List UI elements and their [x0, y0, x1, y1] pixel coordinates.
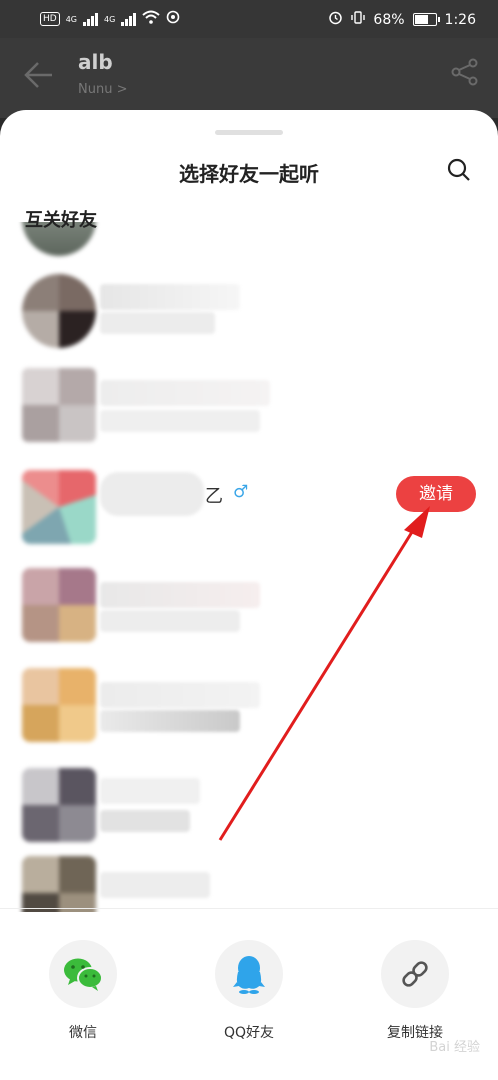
song-title: alb: [78, 50, 113, 74]
friend-name-redacted: [100, 810, 190, 832]
friend-name-redacted: [100, 710, 240, 732]
sheet-title: 选择好友一起听: [179, 162, 319, 186]
friend-name-redacted: [100, 872, 210, 898]
clock: 1:26: [444, 11, 476, 28]
vibrate-icon: [351, 10, 366, 29]
friend-name-redacted: [100, 682, 260, 708]
alarm-icon: [328, 10, 343, 29]
wifi-icon: [142, 10, 160, 28]
hd-badge: HD: [40, 12, 60, 26]
friend-name-redacted: [100, 472, 204, 516]
list-item[interactable]: [0, 264, 498, 360]
friend-name-redacted: [100, 380, 270, 406]
share-wechat-label: 微信: [69, 1025, 97, 1041]
list-item[interactable]: 乙 ♂ 邀请: [0, 462, 498, 558]
share-wechat-button[interactable]: 微信: [23, 940, 143, 1042]
status-left: HD 4G 4G: [40, 10, 180, 28]
avatar: [22, 768, 96, 842]
share-qq-label: QQ好友: [223, 1025, 275, 1041]
share-wechat-circle[interactable]: [49, 940, 117, 1008]
avatar: [22, 274, 96, 348]
share-bar: 微信 QQ好友 复制链接: [0, 940, 498, 1060]
friend-name-redacted: [100, 778, 200, 804]
battery-percent: 68%: [373, 11, 405, 28]
share-icon[interactable]: [450, 58, 480, 90]
avatar: [22, 470, 96, 544]
app-notify-icon: [166, 10, 180, 28]
status-right: 68% 1:26: [328, 10, 476, 29]
list-item[interactable]: [0, 662, 498, 758]
status-bar: HD 4G 4G 68% 1:26: [0, 0, 498, 38]
divider: [0, 908, 498, 909]
avatar: [22, 368, 96, 442]
list-item[interactable]: [0, 562, 498, 658]
list-item[interactable]: [0, 762, 498, 858]
friend-list: 乙 ♂ 邀请: [0, 222, 498, 912]
friend-picker-sheet: 选择好友一起听 互关好友 乙 ♂ 邀请 微信 QQ好友 复制链接: [0, 110, 498, 1080]
share-qq-circle[interactable]: [215, 940, 283, 1008]
battery-icon: [412, 13, 440, 26]
friend-name-redacted: [100, 610, 240, 632]
share-qq-button[interactable]: QQ好友: [189, 940, 309, 1042]
app-header: alb Nunu >: [0, 38, 498, 118]
copy-link-button[interactable]: 复制链接: [355, 940, 475, 1042]
back-arrow-icon[interactable]: [22, 60, 54, 94]
artist-link[interactable]: Nunu >: [78, 82, 127, 97]
invite-button[interactable]: 邀请: [396, 476, 476, 512]
copy-link-circle[interactable]: [381, 940, 449, 1008]
friend-name-redacted: [100, 284, 240, 310]
section-title-mutual-friends: 互关好友: [25, 210, 97, 231]
friend-name-redacted: [100, 410, 260, 432]
qq-icon: [233, 956, 265, 994]
watermark: Bai 经验: [429, 1040, 480, 1055]
male-gender-icon: ♂: [233, 482, 249, 502]
network-type-2: 4G: [104, 14, 116, 24]
link-icon: [402, 961, 428, 987]
list-item[interactable]: [0, 362, 498, 458]
signal-icon-2: [121, 12, 137, 26]
friend-name-redacted: [100, 312, 215, 334]
avatar: [22, 568, 96, 642]
wechat-icon: [64, 958, 103, 991]
signal-icon: [83, 12, 98, 26]
friend-name-suffix: 乙: [205, 486, 223, 507]
battery-fill: [414, 15, 429, 24]
friend-name-redacted: [100, 582, 260, 608]
avatar: [22, 668, 96, 742]
list-item[interactable]: [0, 850, 498, 912]
avatar: [22, 856, 96, 912]
network-type-1: 4G: [65, 14, 77, 24]
sheet-drag-handle[interactable]: [215, 130, 283, 135]
search-icon[interactable]: [446, 157, 472, 187]
